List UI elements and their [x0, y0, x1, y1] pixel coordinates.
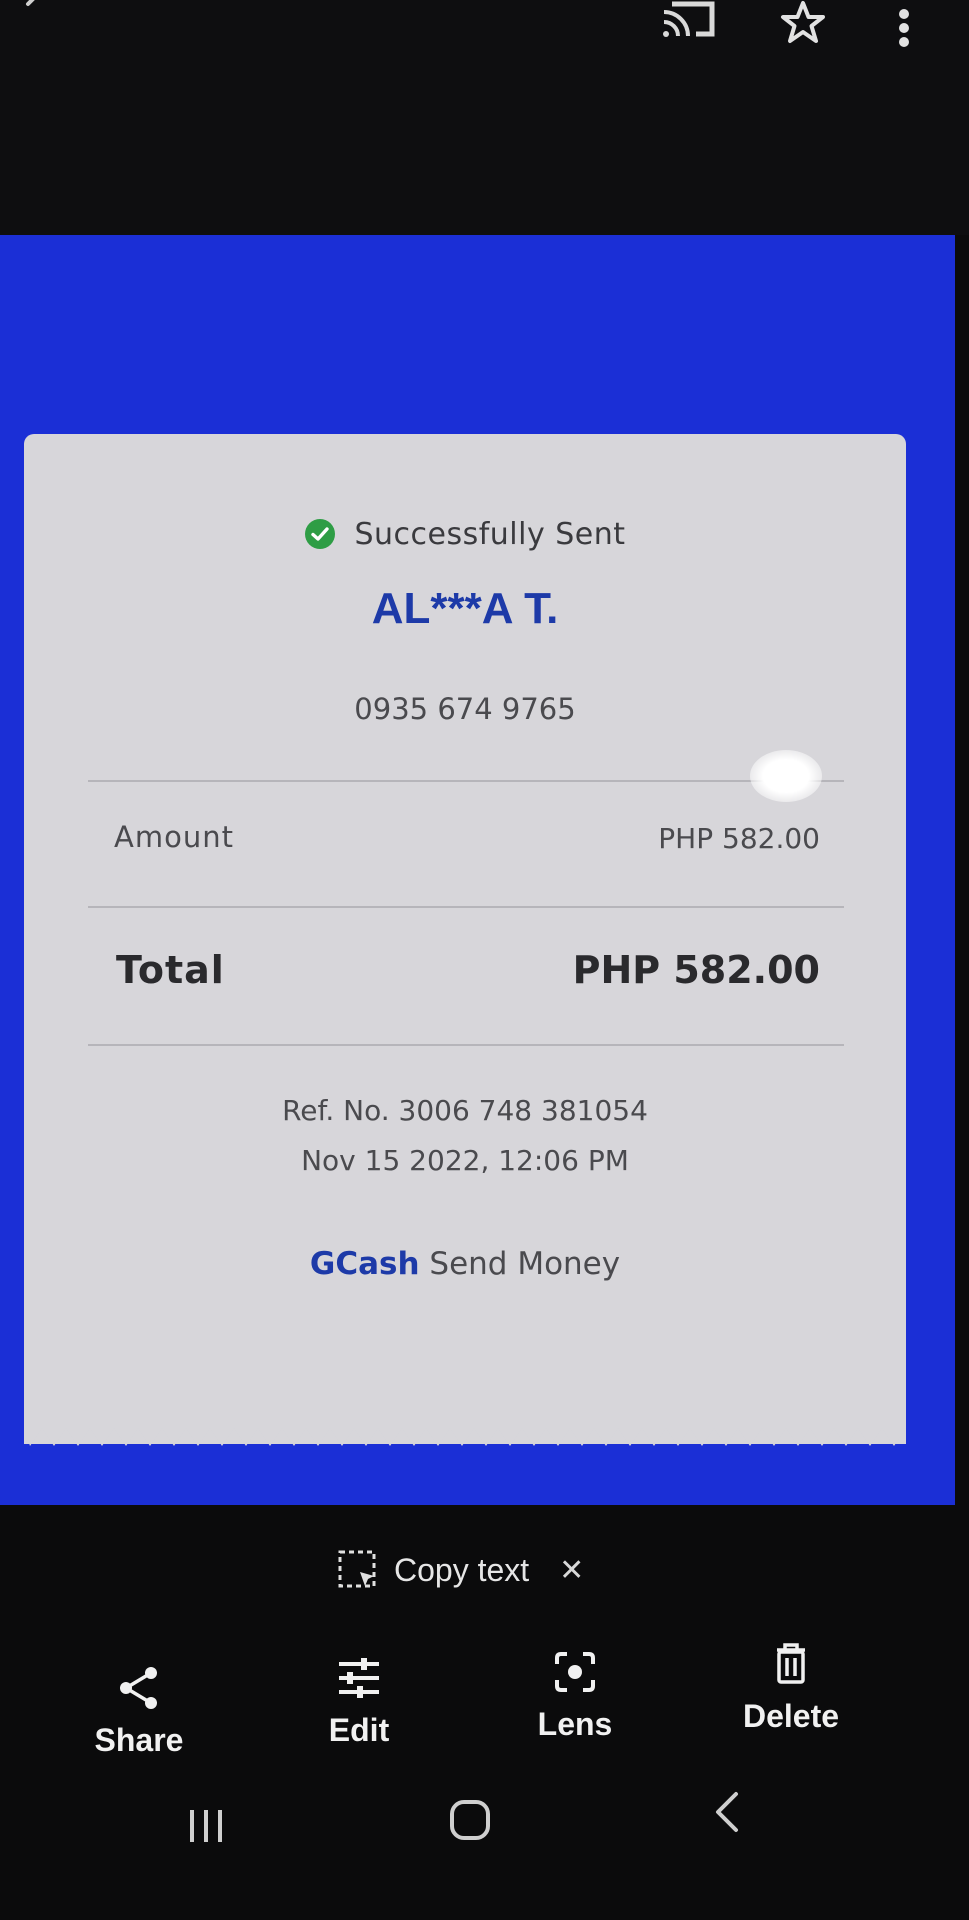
light-glare: [750, 750, 822, 802]
image-viewer-top-bar: [0, 0, 969, 235]
share-label: Share: [94, 1722, 184, 1758]
copy-text-button[interactable]: Copy text ✕: [336, 1540, 584, 1600]
sliders-icon: [339, 1658, 379, 1698]
share-button[interactable]: Share: [64, 1664, 214, 1759]
back-icon[interactable]: [712, 1790, 742, 1834]
reference-number: Ref. No. 3006 748 381054: [282, 1094, 648, 1127]
back-arrow-icon[interactable]: [18, 0, 48, 20]
service-name: Send Money: [429, 1246, 621, 1282]
recipient-phone: 0935 674 9765: [354, 692, 576, 726]
lens-label: Lens: [537, 1706, 613, 1742]
divider: [88, 1044, 844, 1046]
success-check-icon: [305, 519, 336, 549]
recent-apps-icon[interactable]: [186, 1808, 226, 1844]
recipient-name: AL***A T.: [371, 584, 559, 633]
transaction-datetime: Nov 15 2022, 12:06 PM: [301, 1144, 629, 1177]
text-select-icon: [338, 1550, 376, 1588]
share-icon: [120, 1667, 157, 1709]
total-value: PHP 582.00: [572, 948, 820, 992]
favorite-star-icon[interactable]: [780, 0, 826, 46]
status-text: Successfully Sent: [354, 516, 626, 552]
edit-button[interactable]: Edit: [284, 1654, 434, 1749]
lens-icon: [555, 1652, 595, 1692]
edit-label: Edit: [328, 1712, 390, 1748]
delete-button[interactable]: Delete: [716, 1640, 866, 1735]
amount-label: Amount: [114, 820, 234, 854]
delete-label: Delete: [742, 1698, 840, 1734]
amount-value: PHP 582.00: [658, 822, 820, 855]
total-label: Total: [116, 948, 225, 992]
lens-button[interactable]: Lens: [500, 1648, 650, 1743]
status-row: Successfully Sent: [24, 514, 906, 554]
copy-text-label: Copy text: [394, 1551, 530, 1588]
receipt-torn-edge: [24, 1420, 906, 1446]
trash-icon: [777, 1643, 805, 1684]
divider: [88, 906, 844, 908]
close-icon[interactable]: ✕: [559, 1553, 584, 1588]
transaction-receipt: Successfully Sent AL***A T. 0935 674 976…: [24, 434, 906, 1444]
service-line: GCash Send Money: [24, 1246, 906, 1282]
divider: [88, 780, 844, 782]
more-options-icon[interactable]: [890, 8, 918, 48]
home-icon[interactable]: [448, 1798, 492, 1842]
brand-logo-text: GCash: [309, 1246, 420, 1282]
cast-icon[interactable]: [660, 0, 720, 50]
